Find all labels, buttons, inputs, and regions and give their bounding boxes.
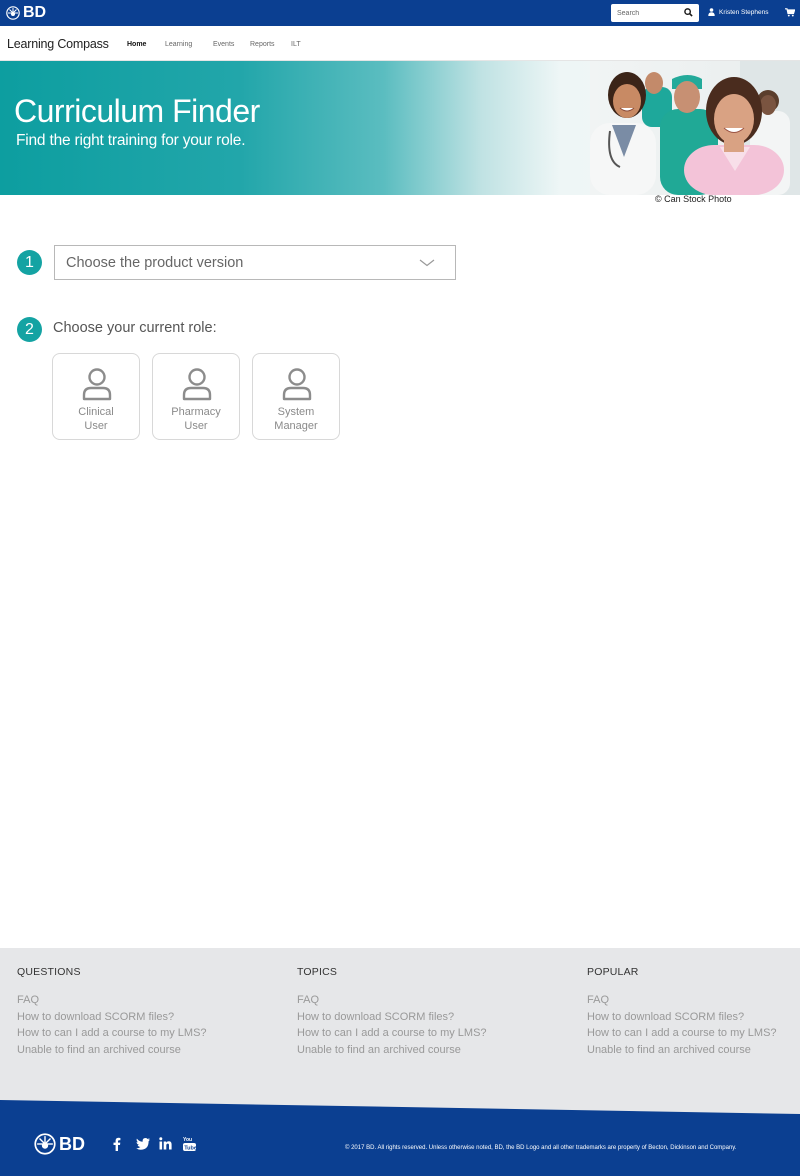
- product-version-select[interactable]: Choose the product version: [54, 245, 456, 280]
- footer-heading: TOPICS: [297, 966, 338, 978]
- footer-col-topics: TOPICS FAQ How to download SCORM files? …: [297, 966, 487, 1058]
- logo-text: BD: [23, 4, 47, 21]
- hero-banner: Curriculum Finder Find the right trainin…: [0, 61, 800, 195]
- bd-logo[interactable]: BD: [6, 4, 46, 22]
- footer-link-lms[interactable]: How to can I add a course to my LMS?: [587, 1025, 777, 1042]
- person-icon: [182, 368, 212, 401]
- hero-title: Curriculum Finder: [14, 93, 260, 129]
- footer-links: QUESTIONS FAQ How to download SCORM file…: [0, 948, 800, 1100]
- role-label: Clinical User: [53, 405, 139, 433]
- role-card-system-manager[interactable]: System Manager: [252, 353, 340, 440]
- cart-icon[interactable]: [785, 8, 795, 17]
- bd-starburst-icon: [34, 1133, 56, 1155]
- healthcare-team-photo: [590, 61, 800, 195]
- user-menu[interactable]: Kristen Stephens: [708, 8, 769, 16]
- step-number-1: 1: [17, 250, 42, 275]
- footer-logo-text: BD: [59, 1133, 85, 1154]
- footer-link-archived[interactable]: Unable to find an archived course: [587, 1042, 777, 1059]
- role-label-line1: System: [277, 406, 315, 418]
- footer-link-archived[interactable]: Unable to find an archived course: [297, 1042, 487, 1059]
- main-nav: Learning Compass Home Learning Events Re…: [0, 26, 800, 61]
- footer-link-lms[interactable]: How to can I add a course to my LMS?: [17, 1025, 207, 1042]
- footer-col-popular: POPULAR FAQ How to download SCORM files?…: [587, 966, 777, 1058]
- person-icon: [282, 368, 312, 401]
- role-label-line1: Clinical: [78, 406, 114, 418]
- facebook-icon[interactable]: [112, 1137, 121, 1151]
- nav-home[interactable]: Home: [127, 41, 146, 48]
- footer-heading: POPULAR: [587, 966, 639, 978]
- footer-link-faq[interactable]: FAQ: [587, 992, 777, 1009]
- svg-text:You: You: [183, 1137, 192, 1143]
- role-label-line2: Manager: [274, 420, 318, 432]
- role-label: Pharmacy User: [153, 405, 239, 433]
- person-icon: [82, 368, 112, 401]
- footer-link-scorm[interactable]: How to download SCORM files?: [17, 1009, 207, 1026]
- photo-credit: © Can Stock Photo: [655, 194, 732, 204]
- footer-link-scorm[interactable]: How to download SCORM files?: [587, 1009, 777, 1026]
- youtube-icon[interactable]: You Tube: [183, 1136, 196, 1152]
- user-icon: [708, 8, 715, 16]
- top-bar: BD Kristen Stephens: [0, 0, 800, 26]
- product-version-value: Choose the product version: [66, 255, 244, 271]
- site-brand[interactable]: Learning Compass: [7, 37, 109, 51]
- footer-link-lms[interactable]: How to can I add a course to my LMS?: [297, 1025, 487, 1042]
- user-name: Kristen Stephens: [719, 8, 769, 16]
- step-number-2: 2: [17, 317, 42, 342]
- role-label-line2: User: [184, 420, 208, 432]
- footer-link-scorm[interactable]: How to download SCORM files?: [297, 1009, 487, 1026]
- hero-subtitle: Find the right training for your role.: [16, 132, 246, 149]
- role-prompt: Choose your current role:: [53, 320, 217, 336]
- footer-link-archived[interactable]: Unable to find an archived course: [17, 1042, 207, 1059]
- footer-link-faq[interactable]: FAQ: [17, 992, 207, 1009]
- twitter-icon[interactable]: [136, 1138, 150, 1150]
- search-box: [611, 4, 699, 22]
- search-icon[interactable]: [684, 8, 693, 17]
- role-card-clinical-user[interactable]: Clinical User: [52, 353, 140, 440]
- role-label: System Manager: [253, 405, 339, 433]
- role-label-line2: User: [84, 420, 108, 432]
- role-card-pharmacy-user[interactable]: Pharmacy User: [152, 353, 240, 440]
- footer-col-questions: QUESTIONS FAQ How to download SCORM file…: [17, 966, 207, 1058]
- chevron-down-icon: [419, 259, 435, 267]
- footer-bd-logo[interactable]: BD: [34, 1133, 85, 1155]
- search-input[interactable]: [611, 4, 683, 22]
- footer-link-faq[interactable]: FAQ: [297, 992, 487, 1009]
- nav-learning[interactable]: Learning: [165, 41, 192, 48]
- role-label-line1: Pharmacy: [171, 406, 221, 418]
- footer-heading: QUESTIONS: [17, 966, 81, 978]
- bd-starburst-icon: [6, 6, 20, 20]
- nav-events[interactable]: Events: [213, 41, 234, 48]
- linkedin-icon[interactable]: [159, 1137, 172, 1150]
- copyright-text: © 2017 BD. All rights reserved. Unless o…: [345, 1145, 737, 1151]
- svg-text:Tube: Tube: [184, 1145, 196, 1151]
- nav-reports[interactable]: Reports: [250, 41, 275, 48]
- nav-ilt[interactable]: ILT: [291, 41, 301, 48]
